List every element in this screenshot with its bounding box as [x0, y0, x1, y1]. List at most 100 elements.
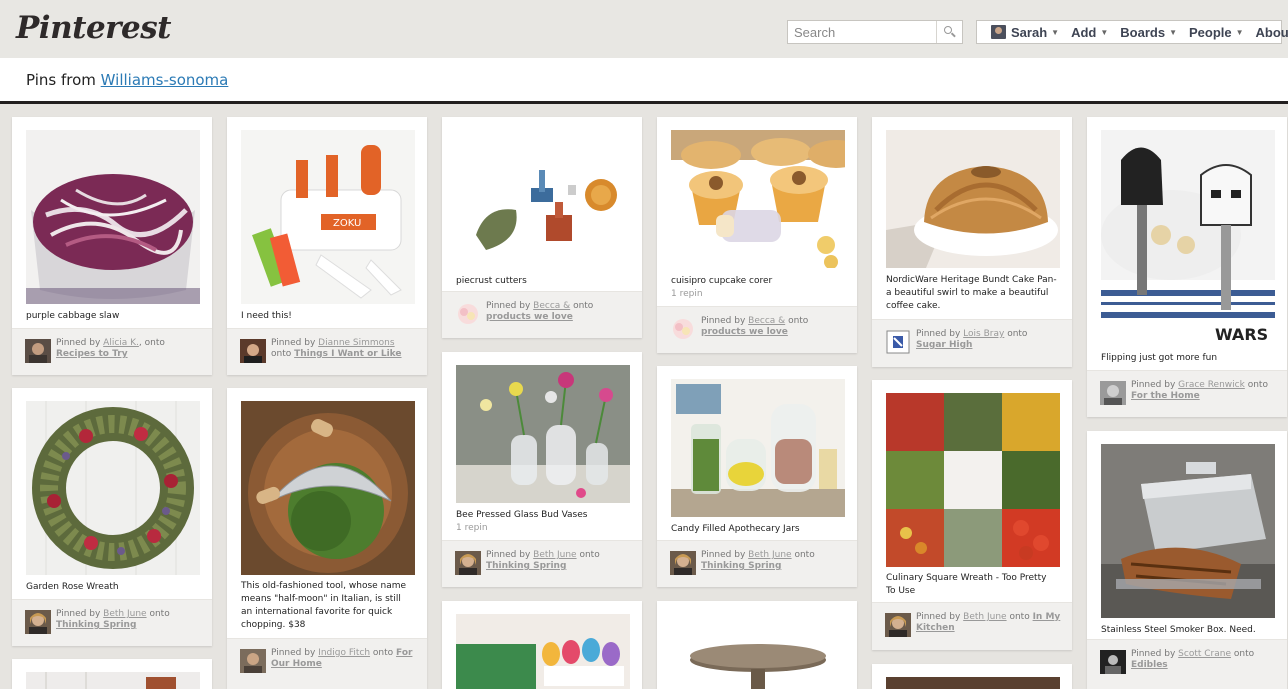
pinner-link[interactable]: Beth June [963, 612, 1006, 622]
nav-user-menu[interactable]: Sarah ▼ [985, 25, 1065, 40]
pin-image-rose-wreath[interactable] [26, 401, 200, 575]
pinner-link[interactable]: Grace Renwick [1178, 380, 1245, 390]
user-avatar[interactable] [240, 649, 266, 673]
pin-card[interactable]: ZOKU I need this! Pinned by Dianne Simmo… [227, 117, 427, 375]
source-link[interactable]: Williams-sonoma [101, 71, 229, 89]
pin-attribution: Pinned by Grace Renwick onto For the Hom… [1087, 370, 1287, 417]
pin-card[interactable] [12, 659, 212, 689]
pin-card[interactable]: This old-fashioned tool, whose name mean… [227, 388, 427, 689]
pin-card[interactable]: cuisipro cupcake corer 1 repin Pinned by… [657, 117, 857, 353]
pin-description: NordicWare Heritage Bundt Cake Pan- a be… [886, 275, 1057, 311]
pin-card[interactable]: Culinary Square Wreath - Too Pretty To U… [872, 380, 1072, 650]
pin-attribution: Pinned by Lois Bray onto Sugar High [872, 319, 1072, 367]
pin-image-partial[interactable] [26, 672, 200, 689]
pinner-link[interactable]: Indigo Fitch [318, 648, 370, 658]
pin-image-star-wars-spatula[interactable]: WARS [1101, 130, 1275, 346]
pinner-link[interactable]: Beth June [748, 550, 791, 560]
pin-image-piecrust-cutters[interactable] [456, 130, 630, 270]
board-link[interactable]: Sugar High [916, 340, 972, 350]
pin-card[interactable]: WARS Flipping just got more fun Pinned b… [1087, 117, 1287, 417]
pinner-link[interactable]: Beth June [533, 550, 576, 560]
board-link[interactable]: For the Home [1131, 391, 1200, 401]
pin-image-bundt-cake[interactable] [886, 130, 1060, 268]
pinned-by-text: Pinned by Beth June onto Thinking Spring [56, 609, 206, 631]
onto-label: onto [794, 550, 815, 560]
board-link[interactable]: Recipes to Try [56, 349, 128, 359]
pin-card[interactable]: NordicWare Heritage Bundt Cake Pan- a be… [872, 117, 1072, 367]
pin-card[interactable]: Stainless Steel Smoker Box. Need. Pinned… [1087, 431, 1287, 689]
pin-attribution: Pinned by Dianne Simmons onto Things I W… [227, 328, 427, 375]
onto-label: onto [144, 338, 165, 348]
source-header: Pins from Williams-sonoma [0, 58, 1288, 104]
pinned-by-label: Pinned by [56, 338, 101, 348]
user-avatar[interactable] [670, 551, 696, 575]
pinner-link[interactable]: Dianne Simmons [318, 338, 394, 348]
pin-image-smoker-box[interactable] [1101, 444, 1275, 618]
board-link[interactable]: products we love [486, 312, 573, 322]
pin-image-cabbage-slaw[interactable] [26, 130, 200, 304]
search-input[interactable] [788, 21, 936, 43]
pin-card[interactable] [657, 601, 857, 689]
pinned-by-label: Pinned by [1131, 649, 1176, 659]
pin-image-culinary-wreath[interactable] [886, 393, 1060, 567]
pin-attribution: Pinned by Scott Crane onto Edibles [1087, 639, 1287, 689]
pin-card[interactable] [872, 664, 1072, 689]
user-avatar[interactable] [455, 551, 481, 575]
pin-card[interactable]: Candy Filled Apothecary Jars Pinned by B… [657, 366, 857, 587]
page-title: Pins from Williams-sonoma [26, 71, 228, 89]
pin-image-partial[interactable] [886, 677, 1060, 689]
pin-attribution: Pinned by Becca & onto products we love [657, 306, 857, 353]
board-link[interactable]: Thinking Spring [701, 561, 781, 571]
onto-label: onto [271, 349, 292, 359]
pin-card[interactable] [442, 601, 642, 689]
nav-people[interactable]: People ▼ [1183, 25, 1250, 40]
board-link[interactable]: Thinking Spring [56, 620, 136, 630]
pin-description: This old-fashioned tool, whose name mean… [241, 581, 407, 630]
pinner-link[interactable]: Beth June [103, 609, 146, 619]
board-link[interactable]: Edibles [1131, 660, 1168, 670]
user-avatar[interactable] [240, 339, 266, 363]
pin-card[interactable]: piecrust cutters Pinned by Becca & onto … [442, 117, 642, 338]
pin-image-apothecary-jars[interactable] [671, 379, 845, 517]
pin-image-table[interactable] [671, 614, 845, 689]
user-avatar[interactable] [25, 339, 51, 363]
pinner-link[interactable]: Becca & [748, 316, 785, 326]
pinned-by-label: Pinned by [916, 329, 961, 339]
nav-add[interactable]: Add ▼ [1065, 25, 1114, 40]
user-avatar[interactable] [885, 330, 911, 354]
pin-description: piecrust cutters [456, 276, 527, 286]
pinned-by-text: Pinned by Beth June onto In My Kitchen [916, 612, 1066, 634]
pin-card[interactable]: purple cabbage slaw Pinned by Alicia K.,… [12, 117, 212, 375]
pinterest-logo[interactable]: Pinterest [16, 10, 172, 46]
user-avatar-icon [991, 25, 1006, 39]
pinner-link[interactable]: Scott Crane [1178, 649, 1231, 659]
pinner-link[interactable]: Alicia K. [103, 338, 139, 348]
nav-boards[interactable]: Boards ▼ [1114, 25, 1183, 40]
pin-card[interactable]: Bee Pressed Glass Bud Vases 1 repin Pinn… [442, 352, 642, 587]
pin-description: Garden Rose Wreath [26, 582, 119, 592]
chevron-down-icon: ▼ [1100, 27, 1109, 37]
user-avatar[interactable] [455, 302, 481, 326]
pin-image-cupcake-corer[interactable] [671, 130, 845, 268]
nav-about[interactable]: About ▼ [1250, 25, 1288, 40]
pinner-link[interactable]: Becca & [533, 301, 570, 311]
user-avatar[interactable] [885, 613, 911, 637]
board-link[interactable]: Thinking Spring [486, 561, 566, 571]
pin-card[interactable]: Garden Rose Wreath Pinned by Beth June o… [12, 388, 212, 646]
board-link[interactable]: products we love [701, 327, 788, 337]
pin-image-easter-eggs[interactable] [456, 614, 630, 689]
user-avatar[interactable] [670, 317, 696, 341]
pin-image-bud-vases[interactable] [456, 365, 630, 503]
pinned-by-label: Pinned by [56, 609, 101, 619]
pin-description: cuisipro cupcake corer [671, 276, 773, 286]
pin-image-mezzaluna[interactable] [241, 401, 415, 575]
search-icon[interactable] [936, 21, 962, 43]
pin-image-zoku[interactable]: ZOKU [241, 130, 415, 304]
svg-text:WARS: WARS [1215, 325, 1268, 344]
user-avatar[interactable] [1100, 650, 1126, 674]
user-avatar[interactable] [25, 610, 51, 634]
board-link[interactable]: Things I Want or Like [294, 349, 401, 359]
user-avatar[interactable] [1100, 381, 1126, 405]
pinner-link[interactable]: Lois Bray [963, 329, 1004, 339]
pin-attribution: Pinned by Beth June onto Thinking Spring [657, 540, 857, 587]
